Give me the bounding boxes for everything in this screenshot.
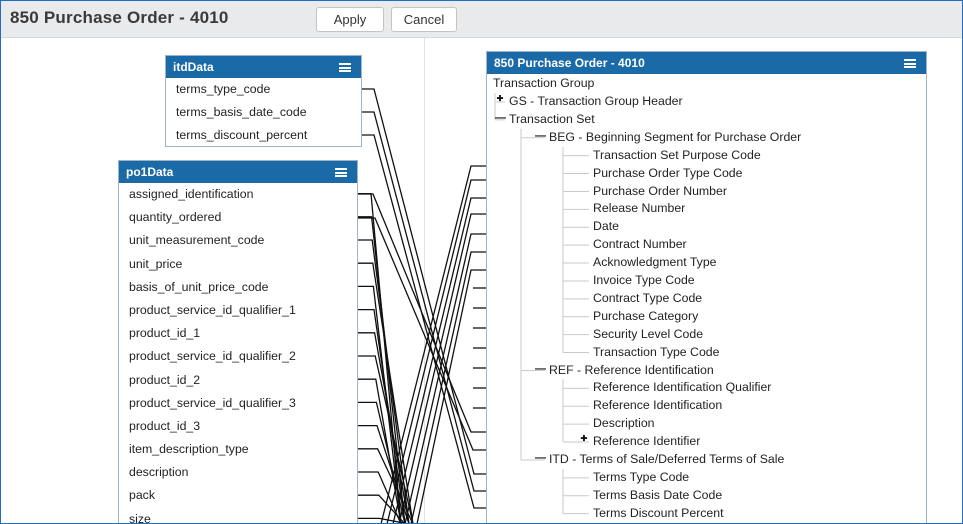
field-row[interactable]: terms_discount_percent: [166, 124, 361, 147]
tree-node[interactable]: Reference Identification Qualifier: [593, 379, 771, 397]
itd-field-list: terms_type_code terms_basis_date_code term…: [166, 78, 361, 148]
hamburger-menu-icon[interactable]: [335, 168, 347, 177]
target-schema-header: 850 Purchase Order - 4010: [487, 52, 926, 74]
field-row[interactable]: assigned_identification: [119, 183, 357, 206]
itd-data-header: itdData: [166, 56, 361, 78]
collapse-icon[interactable]: —: [535, 130, 546, 142]
field-row[interactable]: item_description_type: [119, 438, 357, 461]
field-row[interactable]: product_service_id_qualifier_1: [119, 299, 357, 322]
field-row[interactable]: product_service_id_qualifier_2: [119, 345, 357, 368]
field-row[interactable]: unit_measurement_code: [119, 229, 357, 252]
field-row[interactable]: terms_type_code: [166, 78, 361, 101]
tree-node[interactable]: REF - Reference Identification: [549, 362, 714, 380]
mapping-canvas: itdData terms_type_code terms_basis_date_…: [1, 38, 962, 524]
collapse-icon[interactable]: —: [535, 363, 546, 375]
collapse-icon[interactable]: —: [535, 452, 546, 464]
field-row[interactable]: basis_of_unit_price_code: [119, 276, 357, 299]
tree-node[interactable]: Terms Basis Date Code: [593, 487, 722, 505]
tree-node[interactable]: Security Level Code: [593, 326, 703, 344]
mapping-wire[interactable]: [398, 213, 486, 524]
tree-node[interactable]: Transaction Set Purpose Code: [593, 147, 761, 165]
schema-tree: GS - Transaction Group Header ✚ Transactio…: [487, 93, 928, 523]
tree-node[interactable]: Date: [593, 218, 619, 236]
collapse-icon[interactable]: —: [495, 112, 506, 124]
field-row[interactable]: quantity_ordered: [119, 206, 357, 229]
target-schema-panel: 850 Purchase Order - 4010 Transaction Gr…: [486, 51, 928, 523]
field-row[interactable]: product_id_1: [119, 322, 357, 345]
hamburger-menu-icon[interactable]: [339, 63, 351, 72]
field-row[interactable]: product_id_2: [119, 369, 357, 392]
field-row[interactable]: description: [119, 461, 357, 484]
tree-node[interactable]: Purchase Order Type Code: [593, 165, 742, 183]
po1-data-panel: po1Data assigned_identification quantity_…: [118, 160, 358, 523]
field-row[interactable]: unit_price: [119, 253, 357, 276]
po1-data-header: po1Data: [119, 161, 357, 183]
apply-button[interactable]: Apply: [316, 7, 384, 32]
field-row[interactable]: pack: [119, 484, 357, 507]
tree-node[interactable]: Terms Type Code: [593, 469, 689, 487]
field-row[interactable]: product_service_id_qualifier_3: [119, 392, 357, 415]
expand-icon[interactable]: ✚: [579, 434, 589, 443]
tree-root-label: Transaction Group: [493, 76, 595, 90]
hamburger-menu-icon[interactable]: [904, 59, 916, 68]
tree-node[interactable]: Purchase Category: [593, 308, 698, 326]
tree-node[interactable]: Contract Type Code: [593, 290, 702, 308]
itd-data-panel: itdData terms_type_code terms_basis_date_…: [165, 55, 362, 147]
tree-node[interactable]: GS - Transaction Group Header: [509, 93, 683, 111]
field-row[interactable]: terms_basis_date_code: [166, 101, 361, 124]
po1-field-list: assigned_identification quantity_ordered u…: [119, 183, 357, 523]
tree-node[interactable]: Contract Number: [593, 236, 687, 254]
tree-node[interactable]: Reference Identification: [593, 397, 722, 415]
tree-node[interactable]: Description: [593, 415, 655, 433]
expand-icon[interactable]: ✚: [495, 94, 505, 103]
mapping-wire[interactable]: [362, 134, 486, 509]
field-row[interactable]: size: [119, 508, 357, 523]
tree-node[interactable]: Release Number: [593, 200, 685, 218]
tree-node[interactable]: BEG - Beginning Segment for Purchase Ord…: [549, 129, 801, 147]
field-row[interactable]: product_id_3: [119, 415, 357, 438]
cancel-button[interactable]: Cancel: [391, 7, 457, 32]
tree-node[interactable]: Acknowledgment Type: [593, 254, 717, 272]
tree-node[interactable]: Terms Discount Percent: [593, 505, 724, 523]
tree-node[interactable]: Transaction Type Code: [593, 344, 719, 362]
title-bar: 850 Purchase Order - 4010 Apply Cancel: [1, 1, 962, 38]
tree-node[interactable]: Reference Identifier: [593, 433, 700, 451]
tree-node[interactable]: Invoice Type Code: [593, 272, 695, 290]
itd-data-title: itdData: [173, 60, 214, 74]
tree-node[interactable]: Purchase Order Number: [593, 183, 727, 201]
tree-node[interactable]: ITD - Terms of Sale/Deferred Terms of Sa…: [549, 451, 784, 469]
tree-node[interactable]: Transaction Set: [509, 111, 595, 129]
mapping-window: 850 Purchase Order - 4010 Apply Cancel i…: [0, 0, 963, 524]
po1-data-title: po1Data: [126, 165, 174, 179]
window-title: 850 Purchase Order - 4010: [10, 8, 229, 27]
target-schema-title: 850 Purchase Order - 4010: [494, 56, 645, 70]
